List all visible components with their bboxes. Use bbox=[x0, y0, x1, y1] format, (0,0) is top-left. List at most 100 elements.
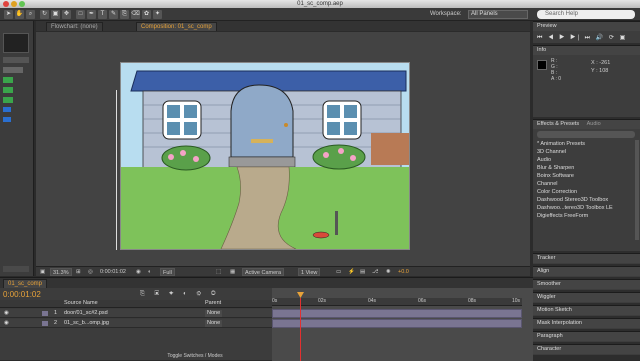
fx-item[interactable]: * Animation Presets bbox=[537, 140, 585, 148]
tracker-panel-title[interactable]: Tracker bbox=[533, 254, 640, 263]
motion-sketch-panel: Motion Sketch bbox=[533, 305, 640, 316]
region-of-interest-icon[interactable]: ⬚ bbox=[216, 268, 221, 276]
visibility-eye-icon[interactable]: ◉ bbox=[4, 320, 9, 327]
fast-preview-icon[interactable]: ⚡ bbox=[348, 268, 355, 276]
layer-label-color[interactable] bbox=[42, 311, 48, 316]
pixel-aspect-icon[interactable]: ▭ bbox=[336, 268, 341, 276]
workspace-select[interactable]: All Panels bbox=[468, 10, 528, 19]
layer-row[interactable]: ◉ 1 door/01_sc#2.psd None bbox=[0, 309, 272, 318]
layer-parent-select[interactable]: None bbox=[205, 320, 223, 327]
toggle-switches-modes-button[interactable]: Toggle Switches / Modes bbox=[140, 353, 250, 360]
effects-tab-label[interactable]: Effects & Presets bbox=[537, 121, 579, 127]
smoother-panel-title[interactable]: Smoother bbox=[533, 280, 640, 289]
project-item-row[interactable] bbox=[3, 67, 23, 73]
composition-canvas[interactable] bbox=[120, 62, 410, 250]
fx-item[interactable]: Audio bbox=[537, 156, 551, 164]
fx-item[interactable]: Blur & Sharpen bbox=[537, 164, 574, 172]
timeline-icon[interactable]: ▤ bbox=[360, 268, 365, 276]
timeline-timecode[interactable]: 0:00:01:02 bbox=[3, 290, 41, 299]
fx-item[interactable]: 3D Channel bbox=[537, 148, 566, 156]
type-tool-icon[interactable]: T bbox=[98, 10, 107, 19]
effects-scrollbar[interactable] bbox=[635, 140, 639, 240]
camera-tool-icon[interactable]: ▣ bbox=[51, 10, 60, 19]
close-window-button[interactable] bbox=[3, 1, 9, 7]
current-time-indicator[interactable] bbox=[300, 298, 301, 361]
brush-tool-icon[interactable]: ✎ bbox=[109, 10, 118, 19]
preview-panel-title[interactable]: Preview bbox=[533, 22, 640, 31]
fx-item[interactable]: Digieffects FreeForm bbox=[537, 212, 588, 220]
fx-item[interactable]: Boinx Software bbox=[537, 172, 574, 180]
ruler-tick: 08s bbox=[468, 298, 477, 304]
selection-tool-icon[interactable]: ➤ bbox=[4, 10, 13, 19]
layer-parent-select[interactable]: None bbox=[205, 310, 223, 317]
tab-composition[interactable]: Composition: 01_sc_comp bbox=[136, 22, 217, 31]
snapshot-icon[interactable]: ◉ bbox=[136, 268, 141, 276]
grid-icon[interactable]: ⊞ bbox=[76, 268, 81, 276]
timeline-switch-icons[interactable]: ⎘ ▣ ✦ ◐ ⚙ ◎ bbox=[140, 291, 220, 298]
exposure-icon[interactable]: ✺ bbox=[386, 268, 391, 276]
ruler-tick: 0s bbox=[272, 298, 278, 304]
puppet-tool-icon[interactable]: ✦ bbox=[153, 10, 162, 19]
layer-label-color[interactable] bbox=[42, 321, 48, 326]
minimize-window-button[interactable] bbox=[11, 1, 17, 7]
fx-item[interactable]: Dashwoo...tereo3D Toolbox LE bbox=[537, 204, 613, 212]
hand-tool-icon[interactable]: ✋ bbox=[15, 10, 24, 19]
always-preview-icon[interactable]: ▣ bbox=[40, 268, 45, 276]
composition-icon bbox=[3, 117, 11, 122]
mask-visibility-icon[interactable]: ◎ bbox=[88, 268, 93, 276]
effects-tab[interactable]: Effects & Presets Audio bbox=[533, 120, 640, 129]
effects-search-input[interactable] bbox=[537, 131, 635, 138]
resolution-select[interactable]: Full bbox=[160, 268, 175, 276]
help-search-input[interactable]: Search Help bbox=[537, 10, 635, 19]
clone-tool-icon[interactable]: ⎘ bbox=[120, 10, 129, 19]
layer-duration-bar[interactable] bbox=[272, 309, 522, 318]
zoom-tool-icon[interactable]: ⌕ bbox=[26, 10, 35, 19]
viewer-timecode[interactable]: 0:00:01:02 bbox=[100, 268, 126, 276]
zoom-select[interactable]: 31.3% bbox=[50, 268, 72, 276]
roto-brush-tool-icon[interactable]: ✿ bbox=[142, 10, 151, 19]
paragraph-panel: Paragraph bbox=[533, 331, 640, 342]
right-panels: Preview ⏮ ◀ ▶ ▶| ⏭ 🔊 ⟳ ▣ Info R : G : B … bbox=[533, 21, 640, 360]
flowchart-icon[interactable]: ⎇ bbox=[372, 268, 378, 276]
audio-tab-label[interactable]: Audio bbox=[587, 121, 601, 127]
smoother-panel: Smoother bbox=[533, 279, 640, 290]
camera-select[interactable]: Active Camera bbox=[242, 268, 285, 276]
fx-item[interactable]: Color Correction bbox=[537, 188, 577, 196]
info-panel: Info R : G : B : A : 0 X : -261 Y : 108 bbox=[533, 45, 640, 117]
character-panel-title[interactable]: Character bbox=[533, 345, 640, 354]
show-channel-icon[interactable]: ◐ bbox=[148, 268, 151, 276]
preview-controls[interactable]: ⏮ ◀ ▶ ▶| ⏭ 🔊 ⟳ ▣ bbox=[537, 34, 627, 42]
tab-flowchart[interactable]: Flowchart: (none) bbox=[46, 22, 103, 31]
timeline-tabbar: 01_sc_comp bbox=[0, 278, 533, 288]
eraser-tool-icon[interactable]: ⌫ bbox=[131, 10, 140, 19]
project-search-input[interactable] bbox=[3, 57, 29, 63]
motion-sketch-panel-title[interactable]: Motion Sketch bbox=[533, 306, 640, 315]
wiggler-panel-title[interactable]: Wiggler bbox=[533, 293, 640, 302]
pan-behind-tool-icon[interactable]: ✥ bbox=[62, 10, 71, 19]
align-panel-title[interactable]: Align bbox=[533, 267, 640, 276]
mask-interpolation-panel-title[interactable]: Mask Interpolation bbox=[533, 319, 640, 328]
layer-name[interactable]: 01_sc_b...omp.jpg bbox=[64, 320, 109, 327]
workspace-value: All Panels bbox=[471, 11, 498, 17]
viewer-tabbar: Flowchart: (none) Composition: 01_sc_com… bbox=[36, 21, 530, 31]
info-panel-title[interactable]: Info bbox=[533, 46, 640, 55]
transparency-grid-icon[interactable]: ▦ bbox=[230, 268, 235, 276]
layer-name[interactable]: door/01_sc#2.psd bbox=[64, 310, 108, 317]
pen-tool-icon[interactable]: ✒ bbox=[87, 10, 96, 19]
parent-header[interactable]: Parent bbox=[205, 300, 221, 307]
layer-duration-bar[interactable] bbox=[272, 319, 522, 328]
paragraph-panel-title[interactable]: Paragraph bbox=[533, 332, 640, 341]
zoom-window-button[interactable] bbox=[19, 1, 25, 7]
effects-presets-panel: Effects & Presets Audio * Animation Pres… bbox=[533, 119, 640, 251]
source-name-header[interactable]: Source Name bbox=[64, 300, 98, 307]
time-ruler[interactable]: 0s 02s 04s 06s 08s 10s bbox=[272, 298, 522, 306]
fx-item[interactable]: Dashwood Stereo3D Toolbox bbox=[537, 196, 608, 204]
tab-timeline-comp[interactable]: 01_sc_comp bbox=[3, 279, 48, 288]
visibility-eye-icon[interactable]: ◉ bbox=[4, 310, 9, 317]
view-layout-select[interactable]: 1 View bbox=[298, 268, 321, 276]
fx-item[interactable]: Channel bbox=[537, 180, 558, 188]
rotate-tool-icon[interactable]: ↻ bbox=[40, 10, 49, 19]
mask-tool-icon[interactable]: □ bbox=[76, 10, 85, 19]
layer-row[interactable]: ◉ 2 01_sc_b...omp.jpg None bbox=[0, 319, 272, 328]
exposure-value[interactable]: +0.0 bbox=[398, 268, 409, 276]
